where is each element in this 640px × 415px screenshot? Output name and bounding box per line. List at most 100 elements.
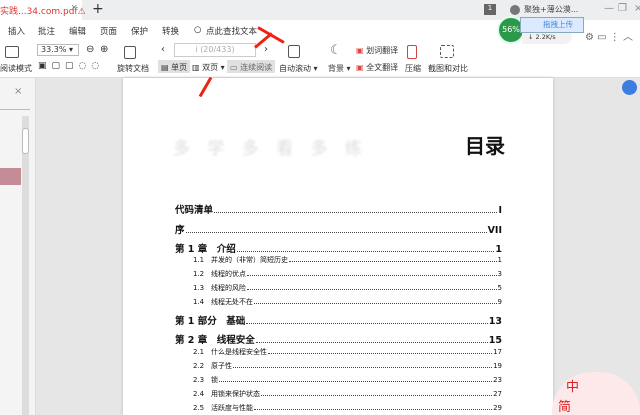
- user-account[interactable]: 聚独+薄公漠...: [510, 4, 578, 15]
- toc-entry[interactable]: 代码清单 I: [175, 202, 502, 216]
- toc-number: 1.3: [193, 284, 205, 292]
- toc-leader: [254, 409, 493, 410]
- selected-thumbnail[interactable]: [0, 168, 21, 185]
- rotate-icon: [124, 46, 136, 59]
- background-button[interactable]: 背景 ▾: [328, 63, 351, 74]
- continuous-read-button[interactable]: ▭ 连续阅读: [227, 60, 276, 73]
- toc-entry[interactable]: 第 2 章 线程安全 15: [175, 332, 502, 346]
- toc-entry[interactable]: 序 VII: [175, 222, 502, 236]
- toc-page: 3: [497, 270, 502, 278]
- toc-number: 2.4: [193, 390, 205, 398]
- close-panel-icon[interactable]: ×: [14, 86, 22, 97]
- toc-leader: [214, 212, 498, 213]
- toc-entry[interactable]: 2.4 用锁来保护状态 27: [193, 389, 502, 399]
- menu-protect[interactable]: 保护: [131, 25, 148, 37]
- toc-page: 23: [493, 376, 502, 384]
- window-count-badge[interactable]: 1: [484, 4, 496, 15]
- toc-number: 2.1: [193, 348, 205, 356]
- toc-entry[interactable]: 第 1 部分 基础 13: [175, 313, 502, 327]
- toc-number: 2.2: [193, 362, 205, 370]
- toc-entry[interactable]: 2.1 什么是线程安全性 17: [193, 347, 502, 357]
- menu-annotate[interactable]: 批注: [38, 25, 55, 37]
- toc-entry[interactable]: 1.1 并发的（非常）简短历史 1: [193, 255, 502, 265]
- zoom-in-icon[interactable]: ⊕: [100, 44, 108, 55]
- toc-entry[interactable]: 1.2 线程的优点 3: [193, 269, 502, 279]
- toc-entry[interactable]: 2.2 原子性 19: [193, 361, 502, 371]
- toc-leader: [236, 251, 495, 252]
- menu-page[interactable]: 页面: [100, 25, 117, 37]
- word-translate-button[interactable]: ▣ 划词翻译: [356, 45, 398, 56]
- prev-page-icon[interactable]: ‹: [161, 44, 165, 55]
- toc-number: 2.3: [193, 376, 205, 384]
- word-translate-label: 划词翻译: [366, 46, 399, 55]
- menu-convert[interactable]: 转换: [162, 25, 179, 37]
- mascot-text-2: 简: [558, 400, 572, 415]
- moon-icon: ☾: [330, 43, 342, 58]
- user-name: 聚独+薄公漠...: [524, 5, 579, 14]
- read-mode-button[interactable]: 阅读模式: [0, 63, 32, 74]
- single-page-button[interactable]: ▤ 单页: [158, 60, 191, 73]
- view-tools-icons[interactable]: ▣▢▢◌◌: [38, 61, 104, 71]
- book-icon: [5, 46, 19, 58]
- screenshot-compare-button[interactable]: 截图和对比: [428, 63, 468, 74]
- rotate-document-button[interactable]: 旋转文档: [117, 63, 149, 74]
- toc-page: 1: [495, 244, 502, 255]
- toc-label: 代码清单: [175, 205, 214, 216]
- search-text-button[interactable]: 点此查找文本: [206, 25, 257, 37]
- toc-number: 1.1: [193, 256, 205, 264]
- auto-scroll-button[interactable]: 自动滚动 ▾: [279, 63, 318, 74]
- search-icon[interactable]: ○: [194, 25, 201, 35]
- close-tab-icon[interactable]: ×: [70, 3, 78, 13]
- toc-label: 序: [175, 225, 185, 236]
- upload-label: 拖拽上传: [543, 20, 573, 29]
- maximize-button[interactable]: ❐: [618, 3, 627, 14]
- toc-page: VII: [487, 225, 502, 236]
- toc-entry[interactable]: 1.3 线程的风险 5: [193, 283, 502, 293]
- compress-icon: [407, 45, 417, 59]
- toc-number: 2.5: [193, 404, 205, 412]
- close-window-button[interactable]: ×: [634, 3, 640, 14]
- toc-leader: [185, 232, 487, 233]
- menu-edit[interactable]: 编辑: [69, 25, 86, 37]
- toc-entry[interactable]: 1.4 线程无处不在 9: [193, 297, 502, 307]
- page-number-input[interactable]: i (20/433): [174, 43, 256, 57]
- scrollbar-thumb[interactable]: [22, 128, 29, 154]
- auto-scroll-label: 自动滚动: [279, 64, 311, 73]
- zoom-select[interactable]: 33.3% ▾: [37, 44, 79, 56]
- toc-page: 29: [493, 404, 502, 412]
- compress-button[interactable]: 压缩: [405, 63, 421, 74]
- double-page-button[interactable]: ▥ 双页 ▾: [192, 62, 225, 73]
- toc-entry[interactable]: 2.3 锁 23: [193, 375, 502, 385]
- divider: [0, 109, 30, 110]
- scrollbar[interactable]: [22, 116, 29, 415]
- translate-float-icon[interactable]: [622, 80, 637, 95]
- toc-page: 17: [493, 348, 502, 356]
- toc-page: 15: [488, 335, 502, 346]
- menu-insert[interactable]: 插入: [8, 25, 25, 37]
- toc-leader: [246, 323, 488, 324]
- settings-icon[interactable]: ⚙ ▭ ⋮ ︿: [585, 28, 633, 43]
- toc-page: 13: [488, 316, 502, 327]
- toc-page: 9: [497, 298, 502, 306]
- minimize-button[interactable]: —: [604, 3, 614, 14]
- drag-upload-button[interactable]: 拖拽上传: [520, 17, 584, 33]
- new-tab-button[interactable]: +: [92, 1, 104, 17]
- toc-entry[interactable]: 2.5 活跃度与性能 29: [193, 403, 502, 413]
- next-page-icon[interactable]: ›: [264, 44, 268, 55]
- zoom-out-icon[interactable]: ⊖: [86, 44, 94, 55]
- full-translate-button[interactable]: ▣ 全文翻译: [356, 62, 398, 73]
- page-title: 目录: [465, 134, 505, 158]
- full-translate-icon: ▣: [356, 63, 364, 72]
- toc-number: 1.2: [193, 270, 205, 278]
- toc-label: 线程无处不在: [211, 298, 253, 306]
- mascot-widget[interactable]: 中简: [552, 372, 640, 415]
- toc-label: 线程的风险: [211, 284, 246, 292]
- toc-leader: [254, 303, 497, 304]
- document-tab[interactable]: 实践...34.com.pdf⚠ ×: [0, 0, 86, 20]
- toc-label: 并发的（非常）简短历史: [211, 256, 288, 264]
- speed-readout: ↓ 2.2K/s: [522, 33, 572, 44]
- toc-page: 27: [493, 390, 502, 398]
- speed-value: 2.2K/s: [535, 33, 556, 41]
- toc-entry[interactable]: 第 1 章 介绍 1: [175, 241, 502, 255]
- zoom-value: 33.3%: [41, 45, 67, 54]
